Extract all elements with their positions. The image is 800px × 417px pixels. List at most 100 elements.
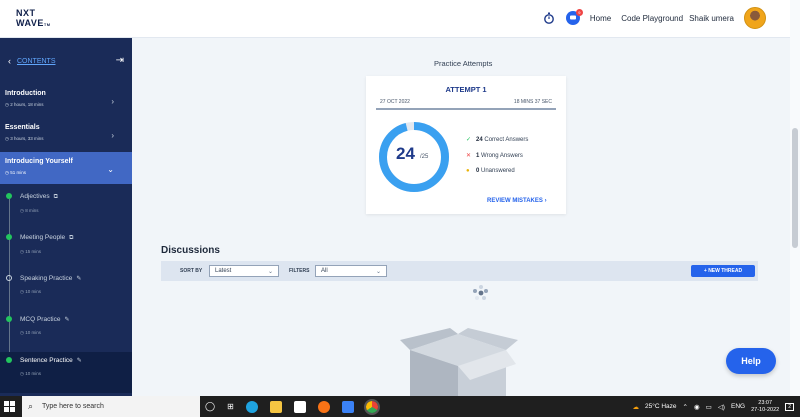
page-scrollbar[interactable] [790, 0, 800, 396]
filter-select[interactable]: All ⌄ [315, 265, 387, 277]
wrong-answers-row: ✕ 1 Wrong Answers [466, 152, 523, 159]
avatar[interactable] [744, 7, 766, 29]
windows-start-icon[interactable] [4, 401, 15, 412]
battery-icon[interactable]: ▭ [706, 403, 712, 411]
top-right-nav: 9 Home Code Playground Shaik umera [542, 7, 766, 29]
attempt-divider [376, 108, 556, 110]
clock-icon: ◷ [5, 136, 9, 141]
timer-icon[interactable] [542, 11, 556, 25]
lesson-meeting-people[interactable]: Meeting People ⧉ ◷ 15 mins [0, 229, 132, 270]
correct-answers-row: ✓ 24 Correct Answers [466, 136, 528, 143]
attempt-duration: 18 MINS 37 SEC [513, 99, 552, 105]
unanswered-label: Unanswered [481, 168, 515, 174]
lesson-list: Adjectives ⧉ ◷ 8 mins Meeting People ⧉ ◷ 1… [0, 188, 132, 393]
system-tray: ☁ 25°C Haze ⌃ ◉ ▭ ◁) ENG 23:07 27-10-202… [633, 396, 794, 417]
chevron-right-icon: › [111, 131, 114, 140]
user-name[interactable]: Shaik umera [689, 14, 734, 23]
back-chevron-icon[interactable]: ‹ [8, 56, 11, 66]
lesson-speaking-practice[interactable]: Speaking Practice ✎ ◷ 10 mins [0, 270, 132, 311]
lesson-mcq-practice[interactable]: MCQ Practice ✎ ◷ 10 mins [0, 311, 132, 352]
chrome-icon[interactable] [363, 398, 380, 415]
wrong-count: 1 [476, 153, 480, 159]
pencil-icon: ✎ [64, 317, 70, 323]
correct-count: 24 [476, 137, 483, 143]
contents-link[interactable]: CONTENTS [17, 58, 56, 65]
chevron-up-icon[interactable]: ⌃ [683, 403, 688, 411]
dot-icon: ● [466, 168, 470, 174]
sort-select[interactable]: Latest ⌄ [209, 265, 279, 277]
main-content: Practice Attempts ATTEMPT 1 27 OCT 2022 … [132, 38, 790, 396]
cross-icon: ✕ [466, 153, 472, 159]
top-navbar: NXT WAVETM 9 Home Code Playground Shaik … [0, 0, 790, 38]
completed-check-icon [6, 316, 12, 322]
pending-circle-icon [6, 275, 12, 281]
taskbar-clock[interactable]: 23:07 27-10-2022 [751, 400, 779, 414]
section-title: Introduction [5, 90, 46, 97]
lesson-adjectives[interactable]: Adjectives ⧉ ◷ 8 mins [0, 188, 132, 229]
edge-icon[interactable] [245, 400, 258, 413]
lesson-title: Sentence Practice [20, 357, 73, 364]
lesson-title: Speaking Practice [20, 275, 73, 282]
section-title: Essentials [5, 124, 40, 131]
clock-icon: ◷ [5, 170, 9, 175]
firefox-icon[interactable] [317, 400, 330, 413]
logo-line1: NXT [16, 8, 36, 18]
pencil-icon: ✎ [76, 358, 82, 364]
widgets-icon[interactable]: ⊞ [227, 402, 234, 411]
section-duration: 2 hours, 18 mins [10, 102, 44, 107]
lesson-duration: 10 mins [25, 330, 41, 335]
taskbar-apps: ◯ ⊞ [205, 396, 380, 417]
completed-check-icon [6, 234, 12, 240]
notifications-icon[interactable]: 2 [785, 402, 794, 411]
sidebar-section-introducing-yourself[interactable]: Introducing Yourself ◷ 51 mins ⌄ [0, 152, 132, 184]
lesson-title: Meeting People [20, 234, 66, 241]
correct-label: Correct Answers [484, 137, 529, 143]
chevron-right-icon: › [111, 97, 114, 106]
logo-suffix: TM [43, 22, 51, 27]
clock-icon: ◷ [20, 249, 24, 254]
attempt-date: 27 OCT 2022 [380, 99, 410, 105]
lesson-sentence-practice[interactable]: Sentence Practice ✎ ◷ 10 mins [0, 352, 132, 393]
section-duration: 51 mins [10, 170, 26, 175]
collapse-sidebar-icon[interactable]: ⇥ [116, 55, 124, 66]
score-value: 24 [396, 144, 415, 163]
weather-text[interactable]: 25°C Haze [645, 403, 677, 410]
lesson-title: Adjectives [20, 193, 50, 200]
review-mistakes-link[interactable]: REVIEW MISTAKES › [487, 198, 547, 204]
logo-line2: WAVE [16, 18, 44, 28]
score-total: /25 [420, 154, 429, 160]
chat-icon[interactable]: 9 [565, 9, 583, 25]
sidebar-section-essentials[interactable]: Essentials ◷ 3 hours, 33 mins › [0, 118, 132, 152]
store-icon[interactable] [293, 400, 306, 413]
unanswered-row: ● 0 Unanswered [466, 168, 515, 174]
empty-box-illustration [400, 328, 518, 396]
check-icon: ✓ [466, 137, 472, 143]
sidebar-section-introduction[interactable]: Introduction ◷ 2 hours, 18 mins › [0, 84, 132, 118]
lesson-title: MCQ Practice [20, 316, 61, 323]
attempt-title: ATTEMPT 1 [445, 85, 487, 94]
discussion-filter-bar: SORT BY Latest ⌄ FILTERS All ⌄ + NEW THREA… [161, 261, 758, 281]
clock-icon: ◷ [20, 208, 24, 213]
nav-home[interactable]: Home [590, 14, 611, 23]
course-sidebar: ‹ CONTENTS ⇥ Introduction ◷ 2 hours, 18 … [0, 38, 132, 396]
new-thread-button[interactable]: + NEW THREAD [691, 265, 755, 277]
weather-icon: ☁ [632, 403, 640, 411]
file-explorer-icon[interactable] [269, 400, 282, 413]
book-icon: ⧉ [69, 235, 74, 241]
clock-date: 27-10-2022 [751, 406, 780, 413]
network-icon[interactable]: ◉ [694, 403, 700, 411]
chevron-down-icon: ⌄ [267, 269, 273, 275]
taskbar-search-input[interactable]: ⌕ Type here to search [22, 396, 200, 417]
nav-code-playground[interactable]: Code Playground [621, 14, 683, 23]
mail-icon[interactable] [341, 400, 354, 413]
clock-icon: ◷ [20, 330, 24, 335]
scrollbar-thumb[interactable] [792, 128, 798, 248]
chevron-down-icon: ⌄ [375, 269, 381, 275]
task-view-icon[interactable]: ◯ [205, 401, 215, 412]
filters-label: FILTERS [289, 268, 310, 274]
language-indicator[interactable]: ENG [731, 403, 745, 410]
volume-icon[interactable]: ◁) [718, 403, 725, 411]
help-button[interactable]: Help [726, 348, 776, 374]
book-icon: ⧉ [53, 194, 58, 200]
nxtwave-logo[interactable]: NXT WAVETM [16, 8, 51, 30]
